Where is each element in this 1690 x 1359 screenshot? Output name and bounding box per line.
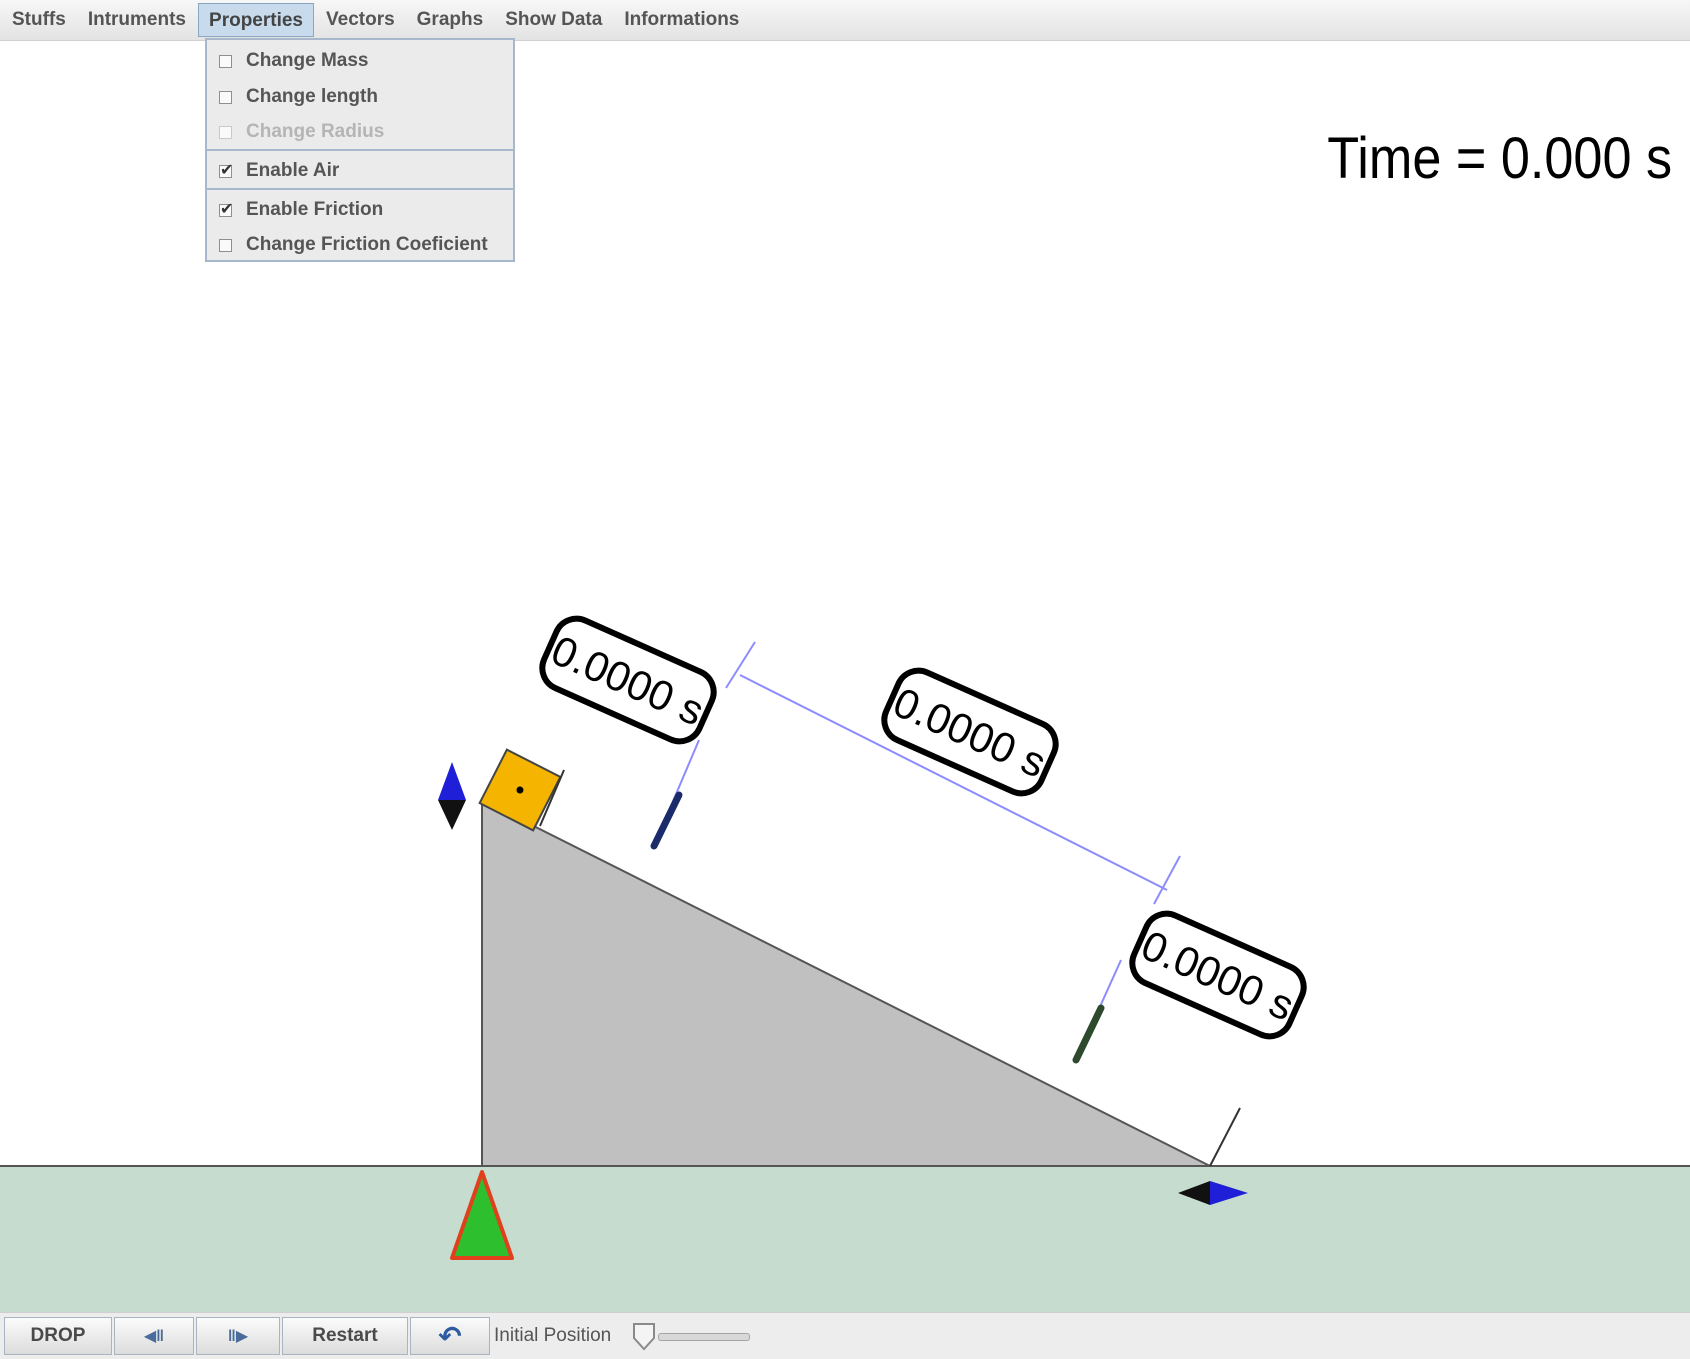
gate1-timer: 0.0000 s	[539, 615, 717, 745]
inclined-ramp	[481, 798, 1211, 1167]
bottom-toolbar: DROP ◀‖ ‖▶ Restart ↶ Initial Position	[0, 1312, 1690, 1359]
between-gates-timer: 0.0000 s	[881, 667, 1059, 797]
photogate1-sensor[interactable]	[650, 791, 683, 850]
height-adjust-arrow-icon[interactable]	[438, 762, 466, 830]
ramp-end-marker	[1209, 1107, 1241, 1167]
step-forward-button[interactable]: ‖▶	[196, 1317, 280, 1355]
undo-icon: ↶	[438, 1320, 462, 1352]
initial-position-label: Initial Position	[494, 1325, 612, 1346]
initial-position-slider[interactable]	[658, 1333, 750, 1341]
initial-position-slider-thumb[interactable]	[631, 1322, 657, 1352]
simulation-canvas: 0.0000 s 0.0000 s 0.0000 s	[0, 615, 1690, 1312]
drop-button[interactable]: DROP	[4, 1317, 112, 1355]
undo-button[interactable]: ↶	[410, 1317, 490, 1355]
gate2-end-tick	[1153, 855, 1181, 905]
restart-button[interactable]: Restart	[282, 1317, 408, 1355]
step-back-icon: ◀‖	[143, 1328, 165, 1345]
step-forward-icon: ‖▶	[227, 1328, 249, 1345]
photogate2-sensor[interactable]	[1072, 1004, 1105, 1064]
step-back-button[interactable]: ◀‖	[114, 1317, 194, 1355]
ground	[0, 1166, 1690, 1312]
gate2-timer: 0.0000 s	[1129, 910, 1307, 1040]
